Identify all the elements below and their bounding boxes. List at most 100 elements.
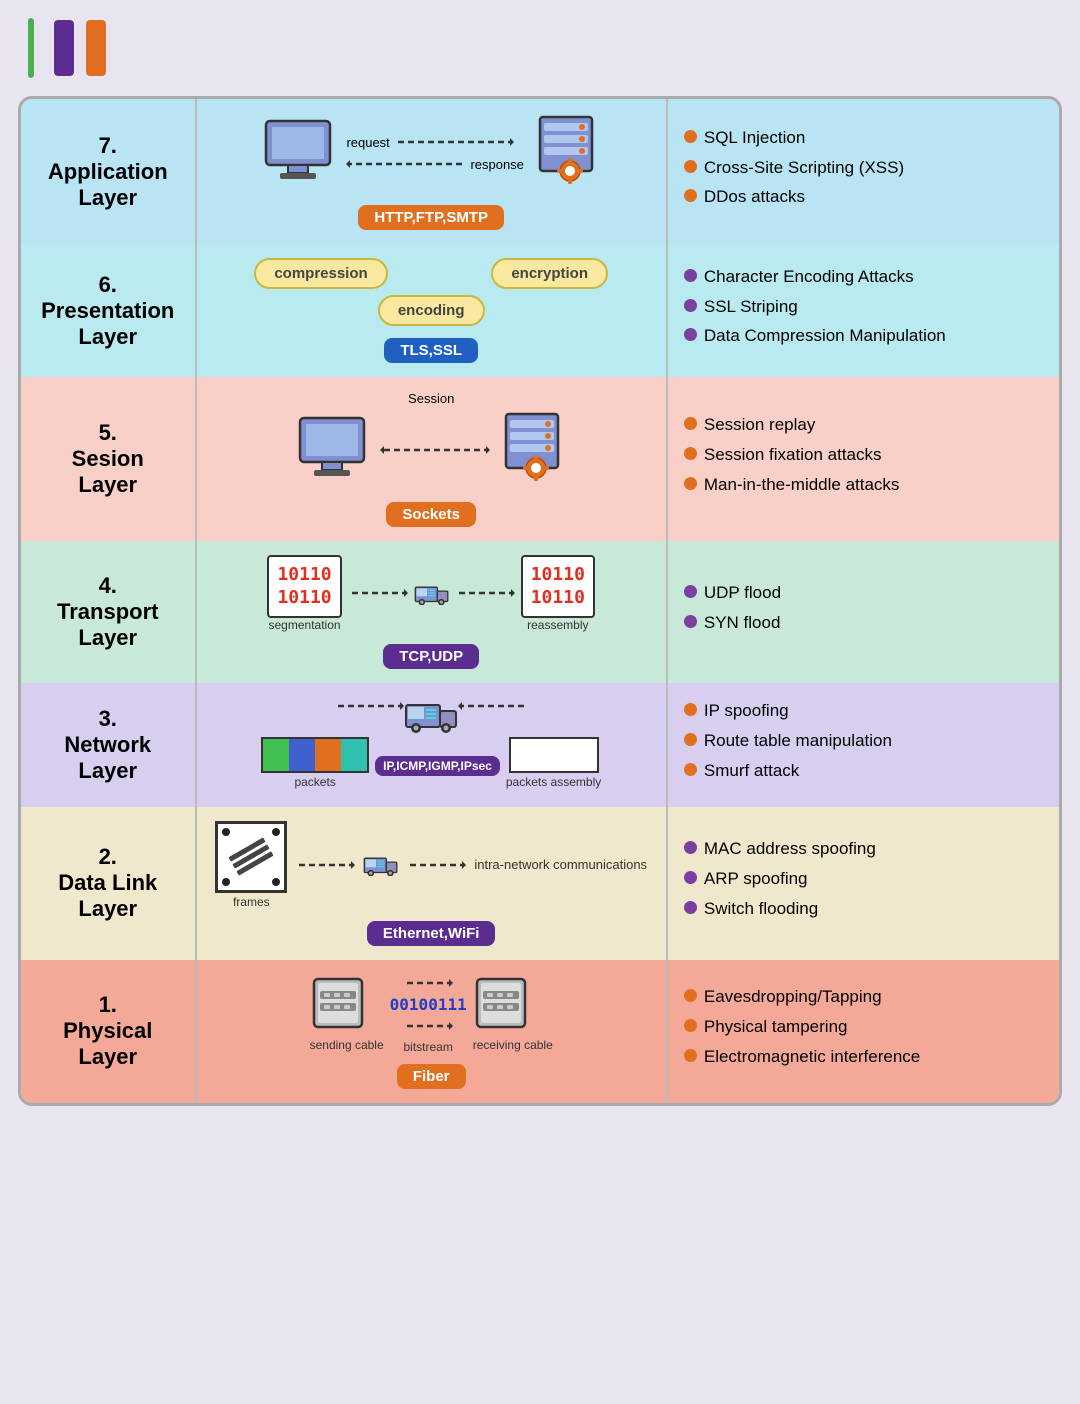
page-wrapper: 7.ApplicationLayer request respon	[0, 0, 1080, 1124]
layer-name-presentation: 6.PresentationLayer	[21, 244, 197, 377]
layer-title: SesionLayer	[72, 446, 144, 497]
packets-strips	[261, 737, 369, 773]
request-arrow: request	[346, 133, 513, 151]
layer-attacks-datalink: MAC address spoofing ARP spoofing Switch…	[668, 807, 1059, 960]
frame-box	[215, 821, 287, 893]
attack-item: IP spoofing	[684, 700, 1043, 723]
session-label: Session	[408, 391, 454, 406]
layer-attacks-network: IP spoofing Route table manipulation Smu…	[668, 683, 1059, 807]
net-diagram-wrap: packets IP,ICMP,IGMP,IPsec packets assem…	[207, 697, 656, 793]
attack-text: Physical tampering	[704, 1016, 848, 1039]
attack-item: Physical tampering	[684, 1016, 1043, 1039]
encryption-bubble: encryption	[491, 258, 608, 289]
layer-number: 3.	[31, 706, 185, 732]
layer-diagram-presentation: compression encryption encoding TLS,SSL	[197, 244, 668, 377]
attacks-list: Eavesdropping/Tapping Physical tampering…	[684, 986, 1043, 1069]
pres-bubbles: compression encryption	[207, 258, 656, 289]
layer-number: 4.	[31, 573, 185, 599]
binary-left: 1011010110	[267, 555, 341, 618]
layer-attacks-session: Session replay Session fixation attacks …	[668, 377, 1059, 541]
attack-bullet	[684, 733, 697, 746]
strip-blue	[289, 739, 315, 771]
attack-bullet	[684, 615, 697, 628]
attack-bullet	[684, 189, 697, 202]
layer-name-session: 5.SesionLayer	[21, 377, 197, 541]
net-protocol-area: IP,ICMP,IGMP,IPsec	[375, 750, 500, 776]
layer-row-datalink: 2.Data LinkLayer frames	[21, 807, 1059, 960]
layer-attacks-physical: Eavesdropping/Tapping Physical tampering…	[668, 960, 1059, 1103]
layer-title: Data LinkLayer	[58, 870, 157, 921]
layer-name-physical: 1.PhysicalLayer	[21, 960, 197, 1103]
attack-item: Eavesdropping/Tapping	[684, 986, 1043, 1009]
bitstream-label: bitstream	[404, 1040, 453, 1054]
sess-diagram	[207, 410, 656, 490]
layer-diagram-session: Session Sockets	[197, 377, 668, 541]
layer-row-transport: 4.TransportLayer 1011010110 segmentation	[21, 541, 1059, 683]
attack-text: DDos attacks	[704, 186, 805, 209]
attack-item: UDP flood	[684, 582, 1043, 605]
layer-attacks-transport: UDP flood SYN flood	[668, 541, 1059, 683]
receiving-group: receiving cable	[473, 975, 553, 1052]
protocol-badge: Ethernet,WiFi	[367, 921, 496, 946]
layer-title: NetworkLayer	[64, 732, 151, 783]
title-network	[54, 20, 74, 76]
net-protocol: IP,ICMP,IGMP,IPsec	[375, 756, 500, 776]
app-arrows: request response	[346, 133, 523, 173]
layer-title: PresentationLayer	[41, 298, 174, 349]
sending-group: sending cable	[310, 975, 384, 1052]
bitstream-group: 00100111 bitstream	[390, 974, 467, 1054]
attack-bullet	[684, 585, 697, 598]
attack-text: Man-in-the-middle attacks	[704, 474, 900, 497]
attack-item: Switch flooding	[684, 898, 1043, 921]
protocol-badge: Sockets	[386, 502, 476, 527]
attack-text: Session fixation attacks	[704, 444, 882, 467]
protocol-badge: TLS,SSL	[384, 338, 478, 363]
attack-bullet	[684, 841, 697, 854]
attack-text: Cross-Site Scripting (XSS)	[704, 157, 904, 180]
corner-tl	[222, 828, 230, 836]
trans-diagram-wrap: 1011010110 segmentation 1011010110	[207, 555, 656, 669]
attack-bullet	[684, 1049, 697, 1062]
attack-item: SSL Striping	[684, 296, 1043, 319]
attack-bullet	[684, 417, 697, 430]
layer-row-session: 5.SesionLayer Session	[21, 377, 1059, 541]
title-accent	[28, 18, 34, 78]
attack-text: SYN flood	[704, 612, 781, 635]
pres-center: encoding	[378, 295, 485, 326]
layer-number: 1.	[31, 992, 185, 1018]
strip-teal	[341, 739, 367, 771]
attack-item: Smurf attack	[684, 760, 1043, 783]
attack-text: ARP spoofing	[704, 868, 808, 891]
packets-label: packets	[294, 775, 335, 789]
app-diagram-wrap: request response	[207, 113, 656, 230]
protocol-badge: Fiber	[397, 1064, 466, 1089]
response-label: response	[470, 157, 523, 172]
net-truck-row	[334, 697, 528, 733]
receiving-label: receiving cable	[473, 1038, 553, 1052]
attack-item: Man-in-the-middle attacks	[684, 474, 1043, 497]
frame-group: frames	[215, 821, 287, 909]
attack-bullet	[684, 328, 697, 341]
attack-item: ARP spoofing	[684, 868, 1043, 891]
layer-row-network: 3.NetworkLayer	[21, 683, 1059, 807]
request-label: request	[346, 135, 389, 150]
attacks-list: Character Encoding Attacks SSL Striping …	[684, 266, 1043, 349]
attack-text: Eavesdropping/Tapping	[704, 986, 882, 1009]
pres-diagram-wrap: compression encryption encoding TLS,SSL	[207, 258, 656, 363]
layer-title: ApplicationLayer	[48, 159, 168, 210]
attack-item: SYN flood	[684, 612, 1043, 635]
phys-diagram: sending cable 00100111 bitstream	[207, 974, 656, 1054]
attack-item: Session replay	[684, 414, 1043, 437]
attack-text: SSL Striping	[704, 296, 798, 319]
layer-diagram-application: request response	[197, 99, 668, 244]
attack-bullet	[684, 477, 697, 490]
layer-row-application: 7.ApplicationLayer request respon	[21, 99, 1059, 244]
attack-text: IP spoofing	[704, 700, 789, 723]
intra-group: intra-network communications	[474, 857, 647, 872]
attack-bullet	[684, 130, 697, 143]
layer-row-physical: 1.PhysicalLayer sending cable 00100111	[21, 960, 1059, 1103]
corner-tr	[272, 828, 280, 836]
sending-label: sending cable	[310, 1038, 384, 1052]
trans-diagram: 1011010110 segmentation 1011010110	[207, 555, 656, 632]
attack-bullet	[684, 299, 697, 312]
